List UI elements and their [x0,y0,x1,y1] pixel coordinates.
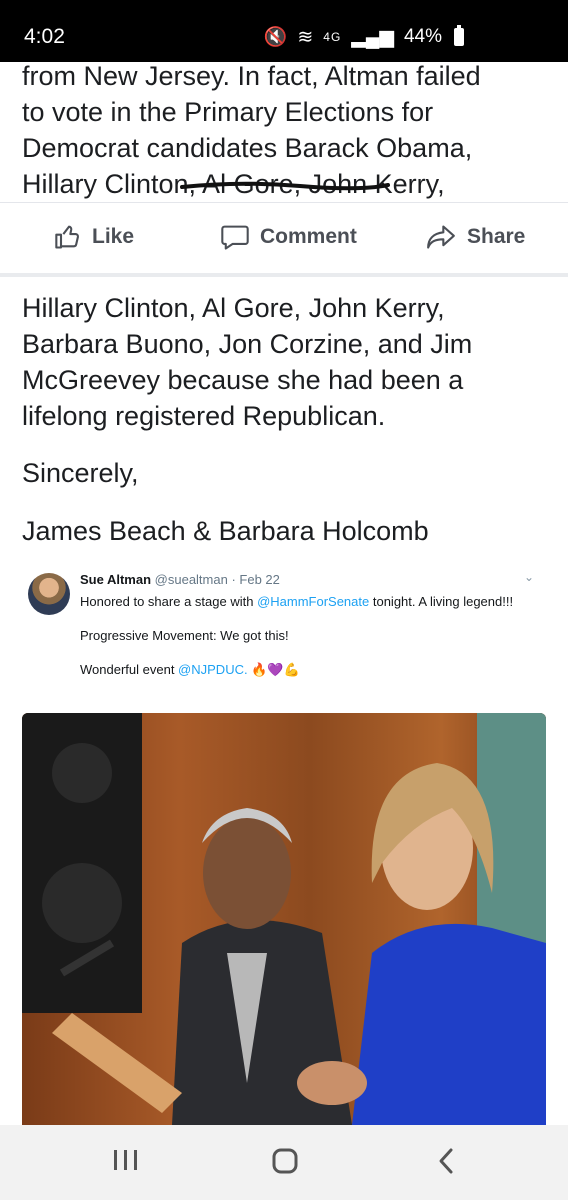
chevron-down-icon[interactable]: ⌄ [524,570,534,584]
post-text-middle: Hillary Clinton, Al Gore, John Kerry, Ba… [22,290,542,434]
tweet-text: Honored to share a stage with [80,594,258,609]
comment-button[interactable]: Comment [220,223,357,251]
status-bar: 4:02 🔇 ≋ 4G ▂▄▆ 44% [0,0,568,62]
tweet-author-name[interactable]: Sue Altman [80,572,151,587]
post-closing: Sincerely, [22,458,139,488]
network-label: 4G [323,30,342,44]
battery-icon [454,25,464,46]
tweet-date: · Feb 22 [231,572,280,587]
like-label: Like [92,225,135,248]
scribble-mark [180,181,390,191]
share-label: Share [467,225,526,248]
post-line: to vote in the Primary Elections for [22,97,434,127]
post-action-bar: Like Comment Share [0,202,568,277]
comment-label: Comment [260,225,357,248]
mute-icon: 🔇 [263,27,288,48]
post-line: Democrat candidates Barack Obama, [22,133,473,163]
tweet-line: Progressive Movement: We got this! [80,628,289,643]
post-line: Hillary Clinton, Al Gore, John Kerry, [22,293,445,323]
tweet-photo[interactable] [22,713,546,1125]
tweet-text: tonight. A living legend!!! [369,594,514,609]
tweet-emoji: 🔥💜💪 [251,662,300,677]
post-signature: James Beach & Barbara Holcomb [22,516,429,546]
mention-link[interactable]: @HammForSenate [257,594,369,609]
signal-icon: ▂▄▆ [351,26,394,48]
post-line: from New Jersey. In fact, Altman failed [22,61,481,91]
battery-percent: 44% [403,26,442,47]
recent-apps-icon[interactable] [112,1147,140,1173]
android-nav-bar [0,1125,568,1200]
tweet-header: Sue Altman @suealtman · Feb 22 [80,572,280,587]
comment-icon [221,225,249,250]
status-time: 4:02 [24,25,65,48]
share-button[interactable]: Share [425,223,525,251]
photo-illustration [22,713,546,1125]
avatar[interactable] [28,573,70,615]
share-icon [427,225,455,249]
tweet-line: Honored to share a stage with @HammForSe… [80,594,513,609]
tweet-line: Wonderful event @NJPDUC. 🔥💜💪 [80,662,300,678]
status-icons: 🔇 ≋ 4G ▂▄▆ 44% [264,25,464,49]
post-line: lifelong registered Republican. [22,401,386,431]
home-icon[interactable] [271,1147,299,1175]
like-button[interactable]: Like [54,223,134,251]
mention-link[interactable]: @NJPDUC. [178,662,248,677]
post-line: McGreevey because she had been a [22,365,464,395]
wifi-icon: ≋ [297,26,314,48]
thumbs-up-icon [55,225,79,249]
post-line: Barbara Buono, Jon Corzine, and Jim [22,329,473,359]
tweet-handle[interactable]: @suealtman [155,572,228,587]
tweet-text: Wonderful event [80,662,179,677]
back-icon[interactable] [436,1147,456,1175]
